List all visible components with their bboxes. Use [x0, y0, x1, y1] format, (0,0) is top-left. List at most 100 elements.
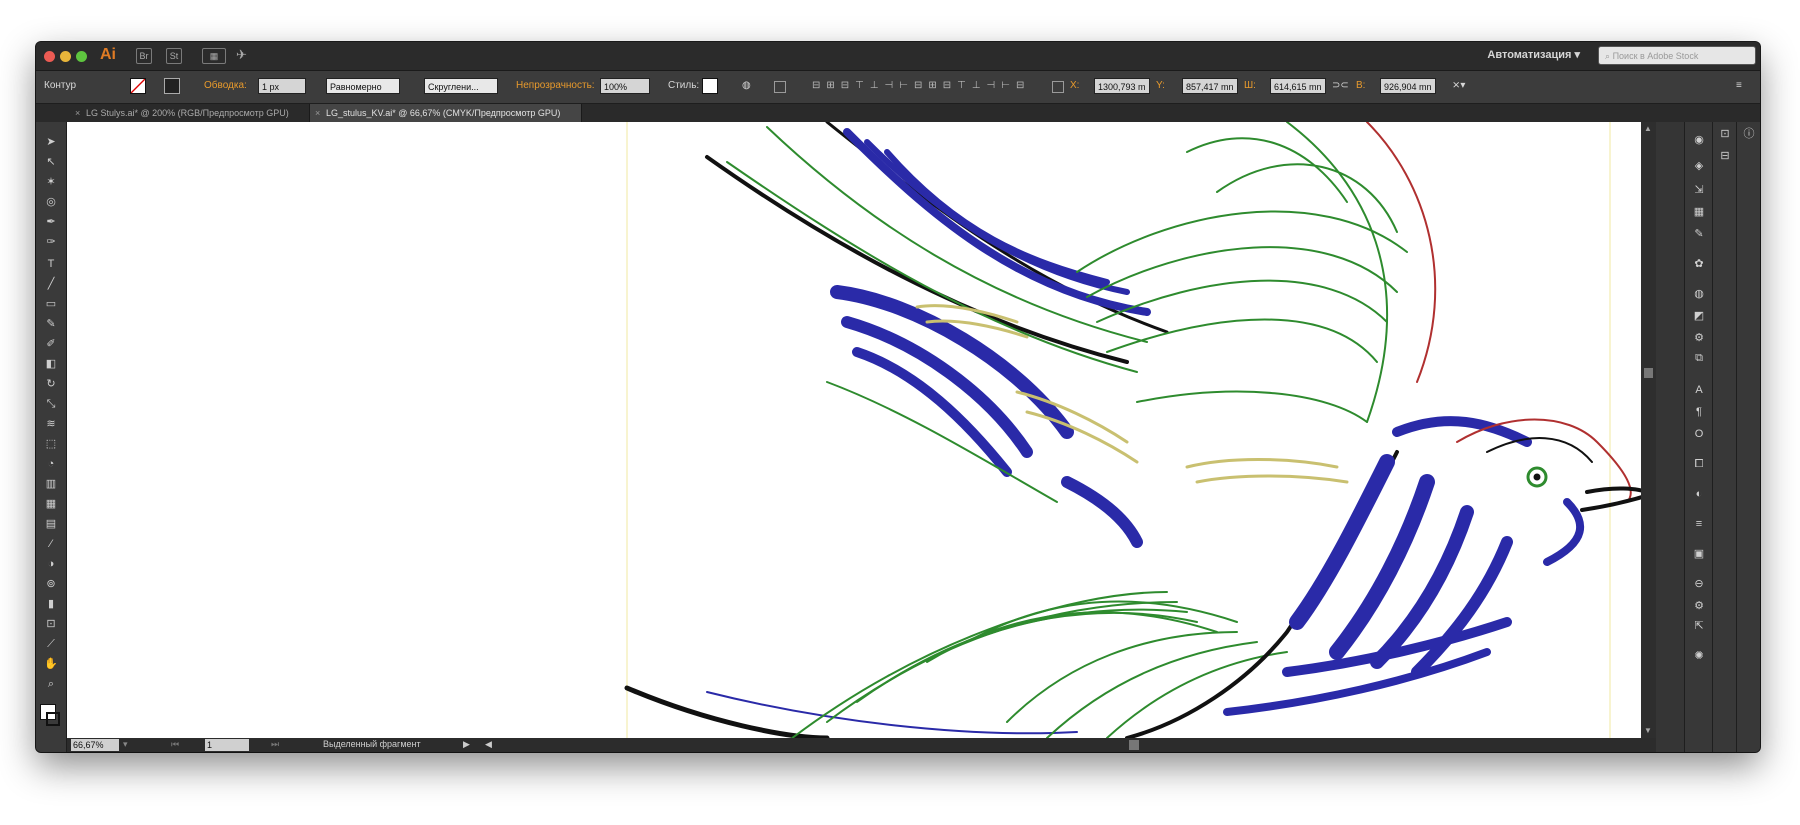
- swatches-icon[interactable]: ◍: [1691, 286, 1707, 302]
- document-tab-1[interactable]: × LG Stulys.ai* @ 200% (RGB/Предпросмотр…: [70, 104, 310, 122]
- scroll-down-icon[interactable]: ▼: [1644, 726, 1652, 735]
- close-window-button[interactable]: [44, 51, 55, 62]
- stroke-weight-field[interactable]: 1 px: [258, 78, 306, 94]
- libraries-icon[interactable]: ▦: [1691, 204, 1707, 220]
- constrain-proportions-icon[interactable]: ⊃⊂: [1332, 80, 1349, 91]
- opacity-field[interactable]: 100%: [600, 78, 650, 94]
- stock-icon[interactable]: St: [166, 48, 182, 64]
- recolor-icon[interactable]: ◍: [742, 80, 751, 91]
- column-graph-icon[interactable]: ▮: [43, 596, 59, 612]
- scroll-thumb[interactable]: [1644, 368, 1653, 378]
- zoom-dropdown-icon[interactable]: ▾: [123, 739, 128, 750]
- gpu-performance-icon[interactable]: ✈: [236, 47, 247, 63]
- properties-icon[interactable]: ⓘ: [1741, 126, 1757, 142]
- transform-options-icon[interactable]: ⨯▾: [1452, 80, 1465, 91]
- opacity-label[interactable]: Непрозрачность:: [516, 80, 595, 91]
- arrange-documents-icon[interactable]: ▦: [202, 48, 226, 64]
- export-icon[interactable]: ⇲: [1691, 182, 1707, 198]
- pen-icon[interactable]: ✒: [43, 214, 59, 230]
- x-field[interactable]: 1300,793 m: [1094, 78, 1150, 94]
- transform-icon[interactable]: ⧠: [1691, 456, 1707, 472]
- artboard-canvas[interactable]: [67, 122, 1677, 738]
- symbols-icon[interactable]: ✿: [1691, 256, 1707, 272]
- shape-builder-icon[interactable]: ◔: [43, 456, 59, 472]
- rectangle-icon[interactable]: ▭: [43, 296, 59, 312]
- paintbrush-icon[interactable]: ✎: [43, 316, 59, 332]
- select-similar-icon[interactable]: [774, 81, 786, 93]
- character-icon[interactable]: A: [1691, 382, 1707, 398]
- last-artboard-icon[interactable]: ⏭: [271, 739, 279, 750]
- variable-width-profile[interactable]: Равномерно: [326, 78, 400, 94]
- scale-icon[interactable]: ⤡: [43, 396, 59, 412]
- brush-definition[interactable]: Скруглени...: [424, 78, 498, 94]
- zoom-icon[interactable]: ⌕: [43, 676, 59, 692]
- document-tab-2[interactable]: × LG_stulus_KV.ai* @ 66,67% (CMYK/Предпр…: [310, 104, 582, 122]
- gradient-icon[interactable]: ▤: [43, 516, 59, 532]
- height-field[interactable]: 926,904 mn: [1380, 78, 1436, 94]
- close-tab-icon[interactable]: ×: [75, 104, 80, 122]
- slice-icon[interactable]: ⟋: [43, 636, 59, 652]
- hand-icon[interactable]: ✋: [43, 656, 59, 672]
- rotate-icon[interactable]: ↻: [43, 376, 59, 392]
- status-selection-label[interactable]: Выделенный фрагмент: [323, 739, 421, 749]
- blend-icon[interactable]: ◑: [43, 556, 59, 572]
- type-icon[interactable]: T: [43, 256, 59, 272]
- stroke-swatch[interactable]: [164, 78, 180, 94]
- minimize-window-button[interactable]: [60, 51, 71, 62]
- graphic-style-swatch[interactable]: [702, 78, 718, 94]
- stroke-color-swatch[interactable]: [46, 712, 60, 726]
- scroll-left-icon[interactable]: ◀: [485, 739, 492, 750]
- brush-icon[interactable]: ✎: [1691, 226, 1707, 242]
- blob-brush-icon[interactable]: ✐: [43, 336, 59, 352]
- asset-export-icon[interactable]: ⚙: [1691, 598, 1707, 614]
- y-field[interactable]: 857,417 mn: [1182, 78, 1238, 94]
- control-menu-icon[interactable]: ≡: [1736, 80, 1742, 91]
- stroke-icon[interactable]: ✺: [1691, 648, 1707, 664]
- mesh-icon[interactable]: ▦: [43, 496, 59, 512]
- pathfinder-icon[interactable]: ⧉: [1691, 350, 1707, 366]
- align-panel-icon[interactable]: ⊟: [1717, 148, 1733, 164]
- status-menu-arrow-icon[interactable]: ▶: [463, 739, 470, 750]
- reference-point-icon[interactable]: [1052, 81, 1064, 93]
- free-transform-icon[interactable]: ⬚: [43, 436, 59, 452]
- first-artboard-icon[interactable]: ⏮: [171, 739, 179, 750]
- scroll-up-icon[interactable]: ▲: [1644, 124, 1652, 133]
- graphic-styles-icon[interactable]: ◩: [1691, 308, 1707, 324]
- fill-swatch[interactable]: [130, 78, 146, 94]
- transparency-icon[interactable]: ◐: [1691, 486, 1707, 502]
- symbol-sprayer-icon[interactable]: ⊚: [43, 576, 59, 592]
- close-tab-icon[interactable]: ×: [315, 104, 320, 122]
- opentype-icon[interactable]: O: [1691, 426, 1707, 442]
- width-field[interactable]: 614,615 mn: [1270, 78, 1326, 94]
- direct-selection-icon[interactable]: ↖: [43, 154, 59, 170]
- artboard-number-field[interactable]: 1: [205, 739, 249, 751]
- stock-search-input[interactable]: ⌕ Поиск в Adobe Stock: [1598, 46, 1756, 65]
- appearance-icon[interactable]: ⚙: [1691, 330, 1707, 346]
- curvature-icon[interactable]: ✑: [43, 234, 59, 250]
- artboards-icon[interactable]: ⊡: [1717, 126, 1733, 142]
- artboard-icon[interactable]: ⊡: [43, 616, 59, 632]
- lasso-icon[interactable]: ◎: [43, 194, 59, 210]
- zoom-window-button[interactable]: [76, 51, 87, 62]
- navigator-icon[interactable]: ⇱: [1691, 618, 1707, 634]
- align-buttons[interactable]: ⊟⊞⊟⊤⊥⊣⊢⊟⊞⊟⊤⊥⊣⊢⊟: [812, 80, 1030, 91]
- perspective-icon[interactable]: ▥: [43, 476, 59, 492]
- paragraph-icon[interactable]: ¶: [1691, 404, 1707, 420]
- eraser-icon[interactable]: ◧: [43, 356, 59, 372]
- horizontal-scroll-thumb[interactable]: [1129, 740, 1139, 750]
- align-icon[interactable]: ≡: [1691, 516, 1707, 532]
- eyedropper-icon[interactable]: ⁄: [43, 536, 59, 552]
- bridge-icon[interactable]: Br: [136, 48, 152, 64]
- layers-icon[interactable]: ◈: [1691, 158, 1707, 174]
- selection-icon[interactable]: ➤: [43, 134, 59, 150]
- color-icon[interactable]: ◉: [1691, 132, 1707, 148]
- line-icon[interactable]: ╱: [43, 276, 59, 292]
- gradient-panel-icon[interactable]: ▣: [1691, 546, 1707, 562]
- zoom-level-field[interactable]: 66,67%: [71, 739, 119, 751]
- stroke-label[interactable]: Обводка:: [204, 80, 247, 91]
- vertical-scrollbar[interactable]: ▲ ▼: [1641, 122, 1656, 738]
- warp-icon[interactable]: ≋: [43, 416, 59, 432]
- magic-wand-icon[interactable]: ✶: [43, 174, 59, 190]
- links-icon[interactable]: ⊖: [1691, 576, 1707, 592]
- workspace-switcher[interactable]: Автоматизация ▾: [1487, 48, 1580, 61]
